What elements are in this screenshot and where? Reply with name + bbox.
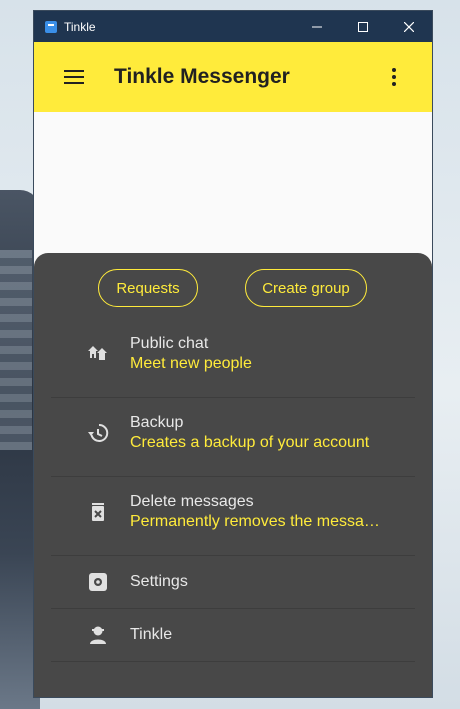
create-group-button[interactable]: Create group bbox=[245, 269, 367, 307]
hamburger-icon bbox=[64, 70, 84, 84]
more-vert-icon bbox=[392, 68, 396, 86]
menu-item-public-chat[interactable]: Public chat Meet new people bbox=[51, 319, 415, 398]
delete-icon bbox=[76, 502, 120, 522]
item-text: Delete messages Permanently removes the … bbox=[130, 492, 382, 532]
chip-row: Requests Create group bbox=[34, 269, 432, 309]
close-icon bbox=[404, 21, 414, 32]
item-text: Tinkle bbox=[130, 625, 172, 645]
menu-item-tinkle[interactable]: Tinkle bbox=[51, 609, 415, 662]
window-title: Tinkle bbox=[64, 19, 96, 34]
menu-button[interactable] bbox=[46, 49, 102, 105]
menu-item-delete-messages[interactable]: Delete messages Permanently removes the … bbox=[51, 477, 415, 556]
desktop-background-detail bbox=[0, 250, 32, 450]
title-bar: Tinkle bbox=[34, 11, 432, 42]
item-subtitle: Permanently removes the messages bbox=[130, 513, 382, 530]
minimize-icon bbox=[312, 26, 322, 27]
person-icon bbox=[76, 625, 120, 645]
item-text: Public chat Meet new people bbox=[130, 334, 382, 374]
settings-icon bbox=[76, 572, 120, 592]
more-options-button[interactable] bbox=[374, 49, 414, 105]
menu-item-settings[interactable]: Settings bbox=[51, 556, 415, 609]
item-title: Public chat bbox=[130, 335, 209, 352]
menu-item-backup[interactable]: Backup Creates a backup of your account bbox=[51, 398, 415, 477]
item-subtitle: Meet new people bbox=[130, 355, 252, 372]
minimize-button[interactable] bbox=[294, 11, 340, 42]
requests-button[interactable]: Requests bbox=[98, 269, 198, 307]
app-title: Tinkle Messenger bbox=[114, 65, 290, 88]
backup-icon bbox=[76, 423, 120, 443]
item-text: Backup Creates a backup of your account bbox=[130, 413, 382, 453]
close-button[interactable] bbox=[386, 11, 432, 42]
item-title: Delete messages bbox=[130, 493, 254, 510]
item-title: Backup bbox=[130, 414, 184, 431]
maximize-button[interactable] bbox=[340, 11, 386, 42]
item-title: Settings bbox=[130, 573, 188, 590]
bottom-sheet: Requests Create group Public chat Meet n… bbox=[34, 253, 432, 697]
item-text: Settings bbox=[130, 572, 188, 592]
app-bar: Tinkle Messenger bbox=[34, 42, 432, 112]
app-window: Tinkle Tinkle Messenger Requests Create … bbox=[34, 11, 432, 697]
maximize-icon bbox=[358, 21, 368, 32]
item-subtitle: Creates a backup of your account bbox=[130, 434, 370, 451]
item-title: Tinkle bbox=[130, 626, 173, 643]
app-icon bbox=[45, 20, 57, 33]
menu-list: Public chat Meet new people Backup Creat… bbox=[51, 319, 415, 662]
public-chat-icon bbox=[76, 344, 120, 364]
